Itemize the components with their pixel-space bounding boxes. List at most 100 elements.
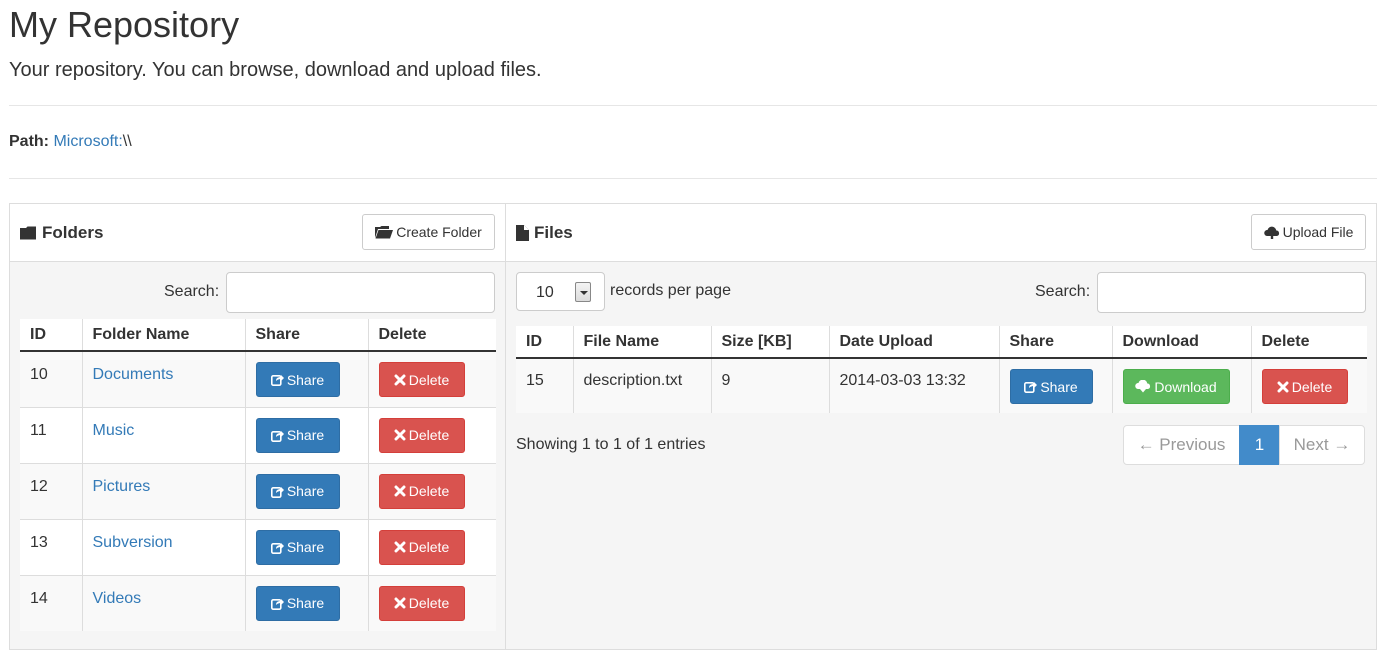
cloud-download-icon <box>1135 380 1151 393</box>
files-title: Files <box>534 223 573 242</box>
share-button[interactable]: Share <box>255 585 340 621</box>
share-icon <box>270 430 284 442</box>
delete-button[interactable]: Delete <box>378 417 465 453</box>
divider <box>9 178 1377 179</box>
column-header-id[interactable]: ID <box>20 319 83 352</box>
path-link[interactable]: Microsoft: <box>53 133 122 150</box>
share-label: Share <box>1040 378 1078 395</box>
file-size: 9 <box>721 372 731 389</box>
folder-id: 14 <box>30 589 48 607</box>
folders-table: ID Folder Name Share Delete 10 Documents… <box>20 319 496 631</box>
next-page-button[interactable]: Next → <box>1279 425 1365 465</box>
delete-button[interactable]: Delete <box>1261 369 1348 404</box>
page-lead: Your repository. You can browse, downloa… <box>9 59 542 81</box>
column-header-delete[interactable]: Delete <box>1251 326 1367 359</box>
share-label: Share <box>286 539 325 555</box>
file-icon <box>516 225 529 241</box>
page-size-value: 10 <box>536 284 554 301</box>
folders-search-input[interactable] <box>226 272 495 313</box>
remove-icon <box>1277 381 1289 392</box>
delete-button[interactable]: Delete <box>378 585 465 621</box>
download-label: Download <box>1154 378 1217 395</box>
file-date: 2014-03-03 13:32 <box>839 372 966 389</box>
folder-name-link[interactable]: Videos <box>93 576 235 609</box>
files-panel-title: Files <box>516 222 573 244</box>
table-row: 15 description.txt 9 2014-03-03 13:32 Sh… <box>516 357 1367 413</box>
column-header-id[interactable]: ID <box>516 326 574 359</box>
folder-icon <box>20 226 36 240</box>
share-label: Share <box>286 483 325 499</box>
share-button[interactable]: Share <box>1009 369 1093 404</box>
remove-icon <box>394 429 406 441</box>
remove-icon <box>394 541 406 553</box>
column-header-file-name[interactable]: File Name <box>573 326 712 359</box>
share-label: Share <box>286 427 325 443</box>
folder-name-link[interactable]: Music <box>93 408 235 441</box>
delete-button[interactable]: Delete <box>378 362 465 397</box>
divider <box>9 105 1377 106</box>
folder-id: 12 <box>30 477 48 495</box>
page-title: My Repository <box>9 4 240 45</box>
column-header-share[interactable]: Share <box>999 326 1113 359</box>
share-label: Share <box>286 371 325 388</box>
files-header-row: ID File Name Size [KB] Date Upload Share… <box>516 326 1367 359</box>
delete-button[interactable]: Delete <box>378 529 465 565</box>
folders-search-label: Search: <box>164 283 220 300</box>
folder-name-link[interactable]: Pictures <box>93 464 235 497</box>
delete-label: Delete <box>408 595 450 611</box>
share-button[interactable]: Share <box>255 473 340 509</box>
pagination: ← Previous 1 Next → <box>1123 425 1365 465</box>
share-button[interactable]: Share <box>255 362 340 397</box>
share-button[interactable]: Share <box>255 417 340 453</box>
files-panel: Files Upload File 10 records per page Se… <box>505 203 1377 650</box>
download-button[interactable]: Download <box>1122 369 1230 404</box>
records-per-page-label: records per page <box>610 282 731 299</box>
page-1-button[interactable]: 1 <box>1239 425 1280 465</box>
delete-label: Delete <box>408 371 450 388</box>
column-header-date-upload[interactable]: Date Upload <box>829 326 1000 359</box>
share-icon <box>270 486 284 498</box>
create-folder-button[interactable]: Create Folder <box>362 214 495 250</box>
repository-page: My Repository Your repository. You can b… <box>0 0 1392 664</box>
folder-id: 11 <box>30 421 47 439</box>
share-icon <box>270 374 284 386</box>
upload-file-button[interactable]: Upload File <box>1251 214 1366 250</box>
delete-label: Delete <box>408 483 450 499</box>
folders-title: Folders <box>42 223 104 242</box>
table-row: 10 Documents Share Delete <box>20 350 496 407</box>
delete-label: Delete <box>1291 378 1333 395</box>
folders-panel-title: Folders <box>20 222 103 244</box>
upload-file-label: Upload File <box>1282 224 1354 240</box>
create-folder-label: Create Folder <box>396 224 482 240</box>
page-size-select[interactable]: 10 <box>516 272 605 311</box>
remove-icon <box>394 597 406 609</box>
share-button[interactable]: Share <box>255 529 340 565</box>
column-header-delete[interactable]: Delete <box>368 319 496 352</box>
table-row: 13 Subversion Share Delete <box>20 518 496 575</box>
entries-info: Showing 1 to 1 of 1 entries <box>516 436 706 453</box>
column-header-share[interactable]: Share <box>245 319 369 352</box>
files-search-input[interactable] <box>1097 272 1366 313</box>
folder-name-link[interactable]: Documents <box>93 352 235 385</box>
cloud-upload-icon <box>1263 226 1279 239</box>
folders-panel: Folders Create Folder Search: ID Folder … <box>9 203 506 650</box>
previous-page-button[interactable]: ← Previous <box>1123 425 1240 465</box>
delete-label: Delete <box>408 539 450 555</box>
breadcrumb: Path: Microsoft:\\ <box>9 131 132 153</box>
path-suffix: \\ <box>122 133 132 150</box>
folder-id: 13 <box>30 533 48 551</box>
table-row: 14 Videos Share Delete <box>20 574 496 631</box>
file-id: 15 <box>526 372 544 389</box>
column-header-size[interactable]: Size [KB] <box>711 326 830 359</box>
folder-id: 10 <box>30 366 48 383</box>
folders-header-row: ID Folder Name Share Delete <box>20 319 496 352</box>
chevron-down-icon <box>575 282 591 302</box>
remove-icon <box>394 374 406 385</box>
share-icon <box>1024 381 1038 393</box>
delete-button[interactable]: Delete <box>378 473 465 509</box>
delete-label: Delete <box>408 427 450 443</box>
share-icon <box>270 542 284 554</box>
column-header-download[interactable]: Download <box>1112 326 1252 359</box>
folder-name-link[interactable]: Subversion <box>93 520 235 553</box>
column-header-folder-name[interactable]: Folder Name <box>82 319 246 352</box>
